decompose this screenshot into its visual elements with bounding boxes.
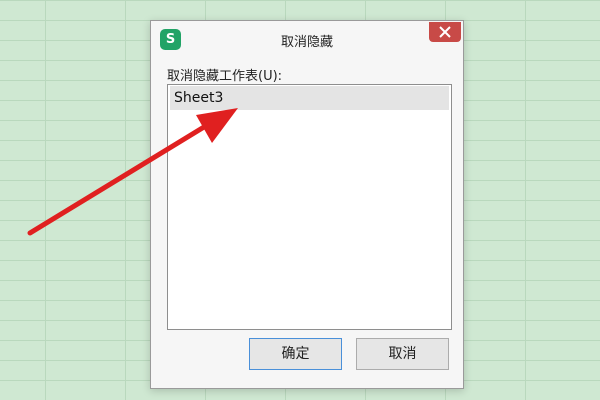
hidden-sheet-list[interactable]: Sheet3: [167, 84, 452, 330]
dialog-titlebar: S 取消隐藏: [151, 21, 463, 55]
cancel-button[interactable]: 取消: [356, 338, 449, 370]
sheet-list-label: 取消隐藏工作表(U):: [167, 69, 283, 84]
dialog-title: 取消隐藏: [280, 35, 333, 50]
list-item-sheet3[interactable]: Sheet3: [170, 86, 449, 110]
ok-button[interactable]: 确定: [249, 338, 342, 370]
close-button[interactable]: [429, 22, 461, 42]
unhide-sheet-dialog: S 取消隐藏 取消隐藏工作表(U): Sheet3 确定 取消: [150, 20, 464, 389]
close-icon: [439, 26, 451, 38]
